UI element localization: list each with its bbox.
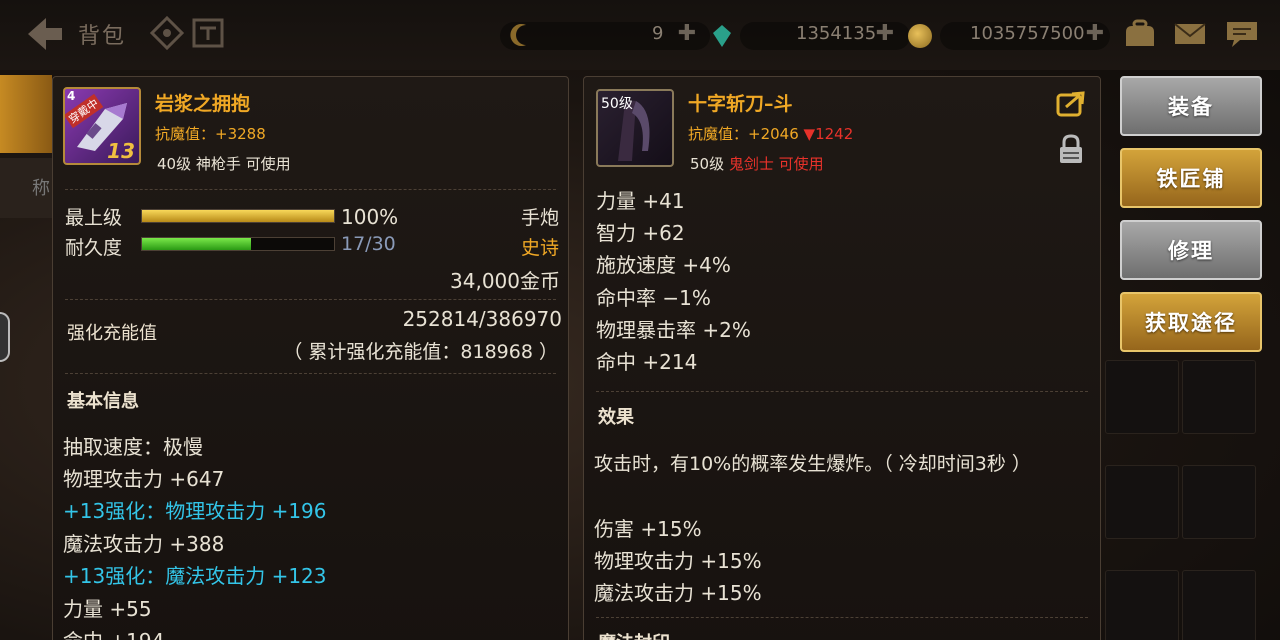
- stat-line: 命中率 −1%: [596, 286, 711, 310]
- grade-bar: [141, 209, 335, 223]
- item-type: 手炮: [521, 207, 560, 229]
- stat-line: 力量 +55: [63, 597, 152, 621]
- sidebar-tab-label: 称: [32, 178, 50, 199]
- currency-3-add-icon[interactable]: ✚: [1084, 22, 1106, 46]
- basic-info-header: 基本信息: [67, 391, 139, 412]
- inventory-slot[interactable]: [1105, 570, 1179, 640]
- share-icon[interactable]: [1056, 91, 1086, 117]
- magic-seal-header: 魔法封印: [598, 629, 670, 640]
- inventory-slot[interactable]: [1182, 360, 1256, 434]
- compare-item-icon: 50级: [596, 89, 674, 167]
- currency-2-value: 1354135: [796, 23, 877, 44]
- sort-icon[interactable]: [150, 16, 184, 50]
- filter-icon[interactable]: [192, 18, 224, 48]
- durability-bar: [141, 237, 335, 251]
- stat-line: 魔法攻击力 +388: [63, 532, 225, 556]
- equipped-item-icon: 4 穿戴中 13: [63, 87, 141, 165]
- obtain-source-button[interactable]: 获取途径: [1120, 292, 1262, 352]
- charge-label: 强化充能值: [67, 323, 157, 344]
- moon-currency-icon: [510, 24, 526, 46]
- item-rarity: 史诗: [521, 237, 560, 259]
- grade-value: 100%: [341, 205, 399, 229]
- currency-1-value: 9: [652, 23, 664, 44]
- class-requirement: 鬼剑士 可使用: [728, 155, 824, 173]
- blacksmith-button[interactable]: 铁匠铺: [1120, 148, 1262, 208]
- effect-stat-line: 物理攻击力 +15%: [594, 549, 762, 573]
- stat-line: 命中 +214: [596, 350, 698, 374]
- item-requirement: 50级 鬼剑士 可使用: [690, 155, 824, 173]
- divider: [596, 391, 1088, 392]
- charge-total: （ 累计强化充能值：818968 ）: [283, 341, 558, 363]
- item-name: 岩浆之拥抱: [155, 93, 251, 115]
- mail-icon[interactable]: [1172, 18, 1208, 50]
- divider: [65, 299, 556, 300]
- effect-header: 效果: [598, 407, 634, 428]
- charge-value: 252814/386970: [402, 307, 562, 331]
- side-drawer-handle[interactable]: [0, 312, 10, 362]
- stat-line: 抽取速度：极慢: [63, 435, 203, 459]
- gem-icon: [713, 25, 731, 47]
- item-requirement: 40级 神枪手 可使用: [157, 155, 291, 173]
- stat-line: 命中 +194: [63, 625, 164, 640]
- item-resist: 抗魔值：+3288: [155, 125, 266, 143]
- divider: [596, 617, 1088, 618]
- stat-line: 施放速度 +4%: [596, 253, 731, 277]
- grade-bar-fill: [142, 210, 334, 222]
- compare-item-panel: 50级 十字斩刀–斗 抗魔值：+2046 ▼1242 50级 鬼剑士 可使用 力…: [583, 76, 1101, 640]
- inventory-slot[interactable]: [1105, 360, 1179, 434]
- effect-stat-line: 魔法攻击力 +15%: [594, 581, 762, 605]
- stat-line: 智力 +62: [596, 221, 685, 245]
- inventory-slot[interactable]: [1182, 465, 1256, 539]
- icon-level-label: 4: [67, 89, 76, 103]
- sidebar-tab-title[interactable]: 称: [0, 158, 52, 218]
- enhance-stat-line: +13强化：魔法攻击力 +123: [63, 564, 327, 588]
- sidebar-tab-active[interactable]: [0, 75, 52, 153]
- item-price: 34,000金币: [450, 269, 560, 293]
- inventory-slot[interactable]: [1105, 465, 1179, 539]
- repair-button[interactable]: 修理: [1120, 220, 1262, 280]
- stat-line: 物理攻击力 +647: [63, 467, 225, 491]
- back-arrow-icon[interactable]: [22, 14, 66, 54]
- stat-line: 物理暴击率 +2%: [596, 318, 751, 342]
- grade-label: 最上级: [65, 207, 123, 229]
- item-name: 十字斩刀–斗: [688, 93, 793, 115]
- chat-icon[interactable]: [1224, 18, 1260, 50]
- resist-diff: ▼1242: [803, 125, 854, 143]
- divider: [65, 373, 556, 374]
- item-resist: 抗魔值：+2046 ▼1242: [688, 125, 854, 143]
- equipped-item-panel: 4 穿戴中 13 岩浆之拥抱 抗魔值：+3288 40级 神枪手 可使用 最上级…: [52, 76, 569, 640]
- currency-3-value: 1035757500: [970, 23, 1085, 44]
- durability-bar-fill: [142, 238, 251, 250]
- lock-icon[interactable]: [1058, 133, 1084, 165]
- currency-1-add-icon[interactable]: ✚: [676, 22, 698, 46]
- icon-level-label: 50级: [601, 96, 633, 112]
- page-title: 背包: [78, 24, 127, 49]
- effect-stat-line: 伤害 +15%: [594, 517, 702, 541]
- stat-line: 力量 +41: [596, 189, 685, 213]
- currency-2-add-icon[interactable]: ✚: [874, 22, 896, 46]
- durability-label: 耐久度: [65, 237, 123, 259]
- gold-coin-icon: [908, 24, 932, 48]
- divider: [65, 189, 556, 190]
- inventory-slot[interactable]: [1182, 570, 1256, 640]
- enhance-level-label: 13: [107, 139, 135, 163]
- bag-icon[interactable]: [1122, 18, 1158, 50]
- top-bar: 背包 9 ✚ 1354135 ✚ 1035757500 ✚: [0, 0, 1280, 70]
- effect-text: 攻击时，有10%的概率发生爆炸。（ 冷却时间3秒 ）: [594, 453, 1031, 475]
- equip-button[interactable]: 装备: [1120, 76, 1262, 136]
- durability-value: 17/30: [341, 233, 396, 255]
- enhance-stat-line: +13强化：物理攻击力 +196: [63, 499, 327, 523]
